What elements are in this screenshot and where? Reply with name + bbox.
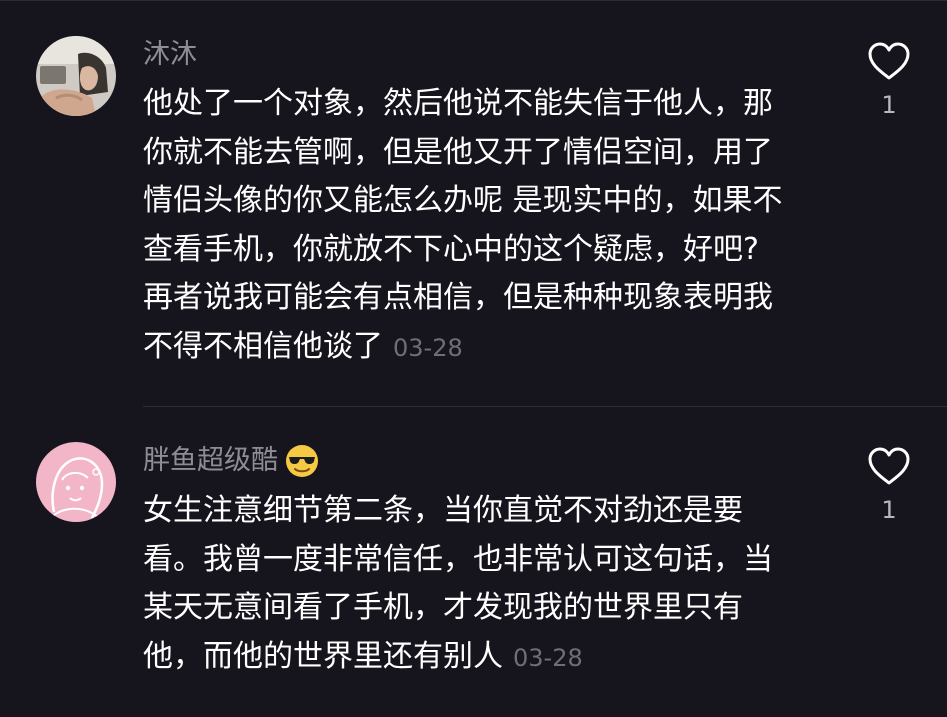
comment-line: 情侣头像的你又能怎么办呢 是现实中的，如果不 <box>143 183 783 218</box>
comment-line-last: 不得不相信他谈了 03-28 <box>143 323 833 373</box>
username-text: 沐沐 <box>143 39 197 70</box>
comment-line-last: 他，而他的世界里还有别人 03-28 <box>143 633 833 683</box>
comment-date: 03-28 <box>393 333 463 362</box>
comment-line: 某天无意间看了手机，才发现我的世界里只有 <box>143 590 743 625</box>
avatar[interactable] <box>36 442 116 522</box>
sunglasses-emoji-icon <box>284 443 320 479</box>
comment-line: 他处了一个对象，然后他说不能失信于他人，那 <box>143 86 773 121</box>
comment-line: 女生注意细节第二条，当你直觉不对劲还是要 <box>143 493 743 528</box>
comment-line: 你就不能去管啊，但是他又开了情侣空间，用了 <box>143 134 773 170</box>
comment-line: 不得不相信他谈了 <box>143 328 383 364</box>
heart-outline-icon <box>868 42 910 80</box>
username-text: 胖鱼超级酷 <box>143 445 278 476</box>
avatar[interactable] <box>36 36 116 116</box>
comment-line: 他，而他的世界里还有别人 <box>143 638 503 674</box>
photo-avatar-icon <box>36 36 116 116</box>
comment-text: 女生注意细节第二条，当你直觉不对劲还是要 看。我曾一度非常信任，也非常认可这句话… <box>143 487 833 682</box>
like-count: 1 <box>881 496 897 524</box>
like-button[interactable]: 1 <box>866 40 914 119</box>
pink-illustration-avatar-icon <box>36 442 116 522</box>
username[interactable]: 胖鱼超级酷 <box>143 443 320 479</box>
username[interactable]: 沐沐 <box>143 38 197 72</box>
comment-line: 看。我曾一度非常信任，也非常认可这句话，当 <box>143 541 773 577</box>
comment-divider <box>143 406 947 407</box>
comment-line: 再者说我可能会有点相信，但是种种现象表明我 <box>143 280 773 315</box>
like-button[interactable]: 1 <box>866 445 914 524</box>
comment-date: 03-28 <box>513 643 583 672</box>
comment-section: 沐沐 他处了一个对象，然后他说不能失信于他人，那 你就不能去管啊，但是他又开了情… <box>0 0 947 717</box>
comment-line: 查看手机，你就放不下心中的这个疑虑，好吧? <box>143 231 759 267</box>
like-count: 1 <box>881 91 897 119</box>
comment-text: 他处了一个对象，然后他说不能失信于他人，那 你就不能去管啊，但是他又开了情侣空间… <box>143 80 833 372</box>
heart-outline-icon <box>868 447 910 485</box>
top-divider <box>0 0 947 1</box>
